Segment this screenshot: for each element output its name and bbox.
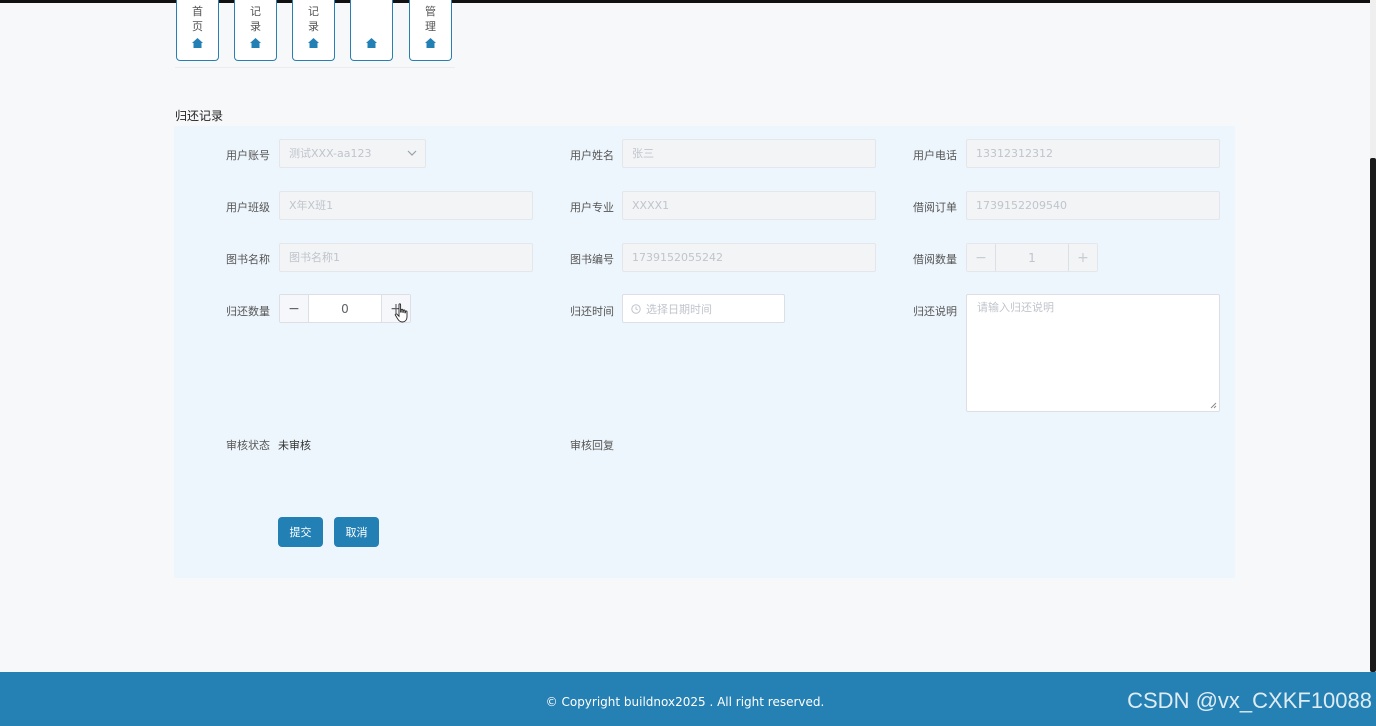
nav-item-label: 管 xyxy=(425,5,436,18)
user-phone-field[interactable]: 13312312312 xyxy=(966,139,1220,168)
return-time-picker[interactable]: 选择日期时间 xyxy=(622,294,785,323)
nav-item-label: 页 xyxy=(192,20,203,33)
nav-item-manage[interactable]: 管 理 xyxy=(409,0,452,61)
return-record-form: 用户账号 测试XXX-aa123 用户姓名 张三 用户电话 1331231231… xyxy=(174,126,1235,578)
nav-bar: 首 页 记 录 记 录 管 理 xyxy=(175,0,455,68)
borrow-qty-label: 借阅数量 xyxy=(913,253,957,266)
nav-item-label: 录 xyxy=(308,20,319,33)
submit-button[interactable]: 提交 xyxy=(278,517,323,547)
nav-item-label: 录 xyxy=(250,20,261,33)
user-phone-label: 用户电话 xyxy=(913,149,957,162)
return-qty-value: 0 xyxy=(341,301,349,316)
user-major-value: XXXX1 xyxy=(632,199,670,212)
watermark-text: CSDN @vx_CXKF10088 xyxy=(1127,688,1372,713)
home-icon xyxy=(192,38,203,48)
return-time-label: 归还时间 xyxy=(570,305,614,318)
book-name-label: 图书名称 xyxy=(226,253,270,266)
borrow-qty-value: 1 xyxy=(1028,250,1036,265)
book-code-label: 图书编号 xyxy=(570,253,614,266)
nav-item-label: 记 xyxy=(308,5,319,18)
user-phone-value: 13312312312 xyxy=(976,147,1053,160)
home-icon xyxy=(250,38,261,48)
user-major-label: 用户专业 xyxy=(570,201,614,214)
home-icon xyxy=(366,38,377,48)
home-icon xyxy=(308,38,319,48)
user-class-field[interactable]: X年X班1 xyxy=(279,191,533,220)
nav-item-record-1[interactable]: 记 录 xyxy=(234,0,277,61)
return-qty-decrease-button[interactable]: − xyxy=(280,295,309,322)
nav-item-label: 首 xyxy=(192,5,203,18)
borrow-qty-decrease-button[interactable]: − xyxy=(967,244,996,271)
user-account-value: 测试XXX-aa123 xyxy=(289,147,372,160)
chevron-down-icon xyxy=(407,150,417,156)
borrow-order-field[interactable]: 1739152209540 xyxy=(966,191,1220,220)
user-class-label: 用户班级 xyxy=(226,201,270,214)
home-icon xyxy=(425,38,436,48)
user-name-label: 用户姓名 xyxy=(570,149,614,162)
user-account-select[interactable]: 测试XXX-aa123 xyxy=(279,139,426,168)
user-name-value: 张三 xyxy=(632,147,654,160)
return-note-textarea[interactable]: 请输入归还说明 xyxy=(966,294,1220,412)
review-status-label: 审核状态 xyxy=(226,439,270,452)
book-name-field[interactable]: 图书名称1 xyxy=(279,243,533,272)
return-time-placeholder: 选择日期时间 xyxy=(646,302,712,316)
borrow-qty-stepper[interactable]: − 1 + xyxy=(966,243,1098,272)
section-title: 归还记录 xyxy=(175,109,224,123)
borrow-order-value: 1739152209540 xyxy=(976,199,1067,212)
return-qty-label: 归还数量 xyxy=(226,305,270,318)
nav-item-record-2[interactable]: 记 录 xyxy=(292,0,335,61)
borrow-order-label: 借阅订单 xyxy=(913,201,957,214)
return-note-placeholder: 请输入归还说明 xyxy=(977,301,1054,314)
return-qty-stepper[interactable]: − 0 + xyxy=(279,294,411,323)
resize-handle-icon[interactable] xyxy=(1210,402,1217,409)
book-code-value: 1739152055242 xyxy=(632,251,723,264)
user-class-value: X年X班1 xyxy=(289,199,334,212)
book-code-field[interactable]: 1739152055242 xyxy=(622,243,876,272)
nav-item-label: 记 xyxy=(250,5,261,18)
footer: © Copyright buildnox2025 . All right res… xyxy=(0,672,1376,726)
user-name-field[interactable]: 张三 xyxy=(622,139,876,168)
book-name-value: 图书名称1 xyxy=(289,251,340,264)
user-major-field[interactable]: XXXX1 xyxy=(622,191,876,220)
nav-item-4[interactable] xyxy=(350,0,393,61)
hand-cursor-icon xyxy=(394,303,408,323)
nav-item-label: 理 xyxy=(425,20,436,33)
review-reply-label: 审核回复 xyxy=(570,439,614,452)
user-account-label: 用户账号 xyxy=(226,149,270,162)
nav-item-home[interactable]: 首 页 xyxy=(176,0,219,61)
page-scrollbar-thumb[interactable] xyxy=(1370,158,1376,672)
return-note-label: 归还说明 xyxy=(913,305,957,318)
review-status-value: 未审核 xyxy=(278,439,311,452)
cancel-button[interactable]: 取消 xyxy=(334,517,379,547)
borrow-qty-increase-button[interactable]: + xyxy=(1068,244,1097,271)
clock-icon xyxy=(631,303,641,314)
